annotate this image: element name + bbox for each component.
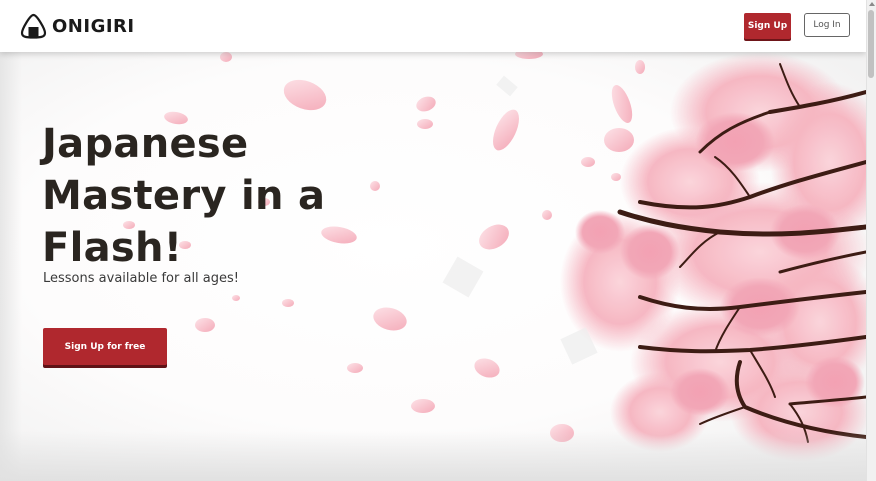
hero-bottom-shade	[0, 431, 866, 481]
headline-line: Japanese	[42, 121, 249, 167]
headline-line: Flash!	[42, 225, 183, 271]
hero-subtitle: Lessons available for all ages!	[43, 271, 239, 286]
scrollbar-thumb[interactable]	[868, 10, 874, 78]
sign-up-free-button[interactable]: Sign Up for free	[43, 328, 167, 365]
brand-name: ONIGIRI	[52, 15, 135, 37]
hero-headline: Japanese Mastery in a Flash!	[42, 118, 325, 274]
brand-logo[interactable]: ONIGIRI	[20, 12, 135, 40]
sign-up-button[interactable]: Sign Up	[744, 13, 791, 39]
headline-line: Mastery in a	[42, 173, 326, 219]
page: ONIGIRI Sign Up Log In Japanese Mastery …	[0, 0, 876, 481]
hero-section: Japanese Mastery in a Flash! Lessons ava…	[0, 52, 866, 481]
hero-edge-shade	[0, 52, 22, 481]
onigiri-icon	[20, 13, 47, 39]
scroll-up-icon[interactable]	[869, 2, 875, 6]
log-in-button[interactable]: Log In	[804, 13, 850, 37]
navbar: ONIGIRI Sign Up Log In	[0, 0, 866, 52]
vertical-scrollbar[interactable]	[866, 0, 876, 481]
